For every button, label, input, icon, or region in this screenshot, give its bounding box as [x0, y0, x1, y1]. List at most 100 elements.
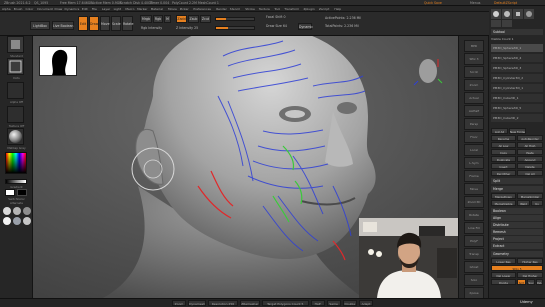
bottom-adapt-button[interactable]: Adapt	[359, 300, 373, 306]
boolean-section[interactable]: Boolean	[491, 208, 543, 214]
alternate-label[interactable]: Alternate	[2, 201, 31, 205]
del-all-button[interactable]: Del All	[517, 170, 543, 176]
reuv-toggle[interactable]: ReUV	[536, 279, 543, 285]
tray-frame-button[interactable]: Frame	[464, 170, 484, 182]
tray-floor-button[interactable]: Floor	[464, 131, 484, 143]
bottom-double-button[interactable]: Double	[342, 300, 357, 306]
align-section[interactable]: Align	[491, 215, 543, 221]
paste-button[interactable]: Paste	[517, 149, 543, 155]
scale-button[interactable]: Scale	[111, 16, 121, 31]
bottom-half-button[interactable]: Half	[310, 300, 325, 306]
subtool-item[interactable]: PM3D_Cube3D_2	[491, 114, 543, 122]
z-intensity-slider[interactable]	[215, 17, 255, 21]
tray-l-sym-button[interactable]: L.Sym	[464, 157, 484, 169]
duplicate-button[interactable]: Duplicate	[491, 156, 516, 162]
merge-similar-button[interactable]: MergeSimilar	[517, 193, 543, 199]
tray-line-fill-button[interactable]: Line Fill	[464, 222, 484, 234]
tray-local-button[interactable]: Local	[464, 144, 484, 156]
texture-thumbnail[interactable]	[7, 106, 24, 123]
bottom-resolution-256-button[interactable]: Resolution 256	[208, 300, 238, 306]
material-thumbnail[interactable]	[7, 128, 24, 145]
subtool-item[interactable]: PM3D_Cylinder3D_2	[491, 74, 543, 82]
higher-res-button[interactable]: Higher Res	[517, 258, 543, 264]
draw-button[interactable]: Draw	[89, 16, 99, 31]
zcut-button[interactable]: Zcut	[200, 15, 211, 23]
tray-rotate-button[interactable]: Rotate	[464, 209, 484, 221]
merge-down-button[interactable]: MergeDown	[491, 193, 516, 199]
tray-zoom3d-button[interactable]: Zoom3D	[464, 196, 484, 208]
rgb-button[interactable]: Rgb	[153, 15, 163, 23]
m-button[interactable]: M	[164, 15, 171, 23]
zsub-button[interactable]: Zsub	[188, 15, 199, 23]
gradient-swatch[interactable]	[5, 179, 27, 184]
del-higher-button[interactable]: Del Higher	[517, 272, 543, 278]
bottom-zoom-button[interactable]: Zoom	[172, 300, 186, 306]
tray-solo-button[interactable]: Solo	[464, 274, 484, 286]
merge-section[interactable]: Merge	[491, 186, 543, 192]
subtool-item[interactable]: PM3D_Cylinder3D_1	[491, 84, 543, 92]
bottom-target-polygons-count-5-button[interactable]: Target Polygons Count 5	[261, 300, 309, 306]
lower-res-button[interactable]: Lower Res	[491, 258, 516, 264]
list-all-button[interactable]: List All	[491, 128, 508, 134]
all-low-button[interactable]: All Low	[491, 142, 516, 148]
subtool-item[interactable]: PM3D_Sphere3D_3	[491, 64, 543, 72]
bottom-same-button[interactable]: Same	[326, 300, 341, 306]
suv-toggle[interactable]: Suv	[527, 279, 535, 285]
divide-button[interactable]: Divide	[491, 279, 516, 285]
lightbox-button[interactable]: LightBox	[30, 21, 50, 30]
append-button[interactable]: Append	[517, 156, 543, 162]
zadd-button[interactable]: Zadd	[176, 15, 187, 23]
copy-button[interactable]: Copy	[491, 149, 516, 155]
tray-transp-button[interactable]: Transp	[464, 248, 484, 260]
edit-button[interactable]: Edit	[78, 16, 88, 31]
new-folder-button[interactable]: New Folder	[509, 128, 526, 134]
draw-size-slider[interactable]	[215, 26, 255, 30]
del-other-button[interactable]: Del Other	[491, 170, 516, 176]
subtool-item[interactable]: PM3D_Sphere3D_5	[491, 104, 543, 112]
alpha-thumbnail[interactable]	[7, 82, 24, 99]
bottom-zremesher-button[interactable]: ZRemesher	[239, 300, 260, 306]
subtool-item[interactable]: PM3D_Sphere3D_4	[491, 54, 543, 62]
subtool-thumbnails[interactable]	[491, 9, 543, 27]
tray-scroll-button[interactable]: Scroll	[464, 66, 484, 78]
tray-ghost-button[interactable]: Ghost	[464, 261, 484, 273]
rename-button[interactable]: Rename	[491, 135, 516, 141]
dynamic-button[interactable]: Dynamic	[298, 23, 313, 30]
tray-persp-button[interactable]: Persp	[464, 118, 484, 130]
secondary-color-swatch[interactable]	[17, 189, 27, 196]
delete-button[interactable]: Delete	[517, 163, 543, 169]
geometry-section[interactable]: Geometry	[491, 251, 543, 257]
brush-thumbnail[interactable]	[7, 36, 24, 53]
sdiv-slider[interactable]: SDiv 5	[491, 265, 543, 271]
all-high-button[interactable]: All High	[517, 142, 543, 148]
project-section[interactable]: Project	[491, 236, 543, 242]
uv-button[interactable]: Uv	[531, 200, 543, 206]
material-swatches[interactable]	[2, 206, 32, 232]
tray-spix-3-button[interactable]: SPix 3	[464, 53, 484, 65]
mrgb-button[interactable]: Mrgb	[140, 15, 152, 23]
extract-section[interactable]: Extract	[491, 243, 543, 249]
insert-button[interactable]: Insert	[491, 163, 516, 169]
subtool-header[interactable]: Subtool	[491, 29, 543, 35]
tray-bpr-button[interactable]: BPR	[464, 40, 484, 52]
bottom-dynamesh-button[interactable]: Dynamesh	[188, 300, 207, 306]
tray-move-button[interactable]: Move	[464, 183, 484, 195]
subtool-item[interactable]: PM3D_Cube3D_1	[491, 94, 543, 102]
auto-reorder-button[interactable]: AutoReorder	[517, 135, 543, 141]
stroke-thumbnail[interactable]	[7, 58, 24, 75]
live-boolean-button[interactable]: Live Boolean	[52, 21, 74, 30]
smt-toggle[interactable]: Smt	[517, 279, 526, 285]
tray-polyf-button[interactable]: PolyF	[464, 235, 484, 247]
tray-aahalf-button[interactable]: AAHalf	[464, 105, 484, 117]
del-lower-button[interactable]: Del Lower	[491, 272, 516, 278]
main-color-swatch[interactable]	[5, 189, 15, 196]
remesh-section[interactable]: Remesh	[491, 229, 543, 235]
tray-actual-button[interactable]: Actual	[464, 92, 484, 104]
color-picker[interactable]	[5, 152, 27, 174]
weld-button[interactable]: Weld	[517, 200, 530, 206]
distribute-section[interactable]: Distribute	[491, 222, 543, 228]
subtool-item[interactable]: PM3D_Sphere3D_1	[491, 44, 543, 52]
merge-visible-button[interactable]: MergeVisible	[491, 200, 516, 206]
tray-zoom-button[interactable]: Zoom	[464, 79, 484, 91]
rotate-button[interactable]: Rotate	[122, 16, 133, 31]
